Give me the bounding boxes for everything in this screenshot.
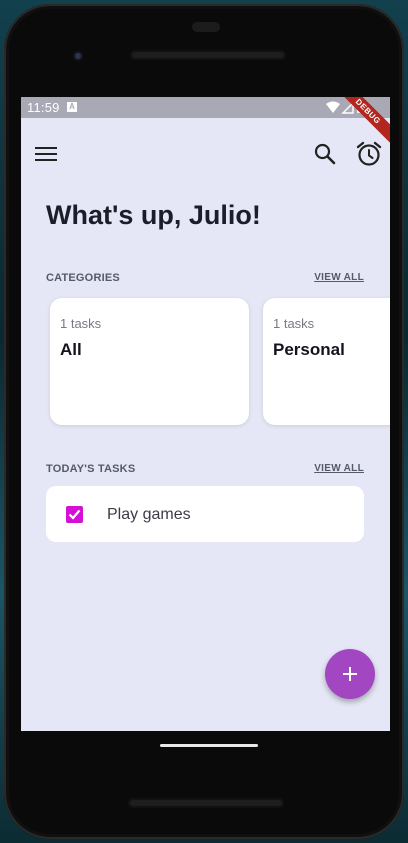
bottom-speaker-grille: [128, 798, 284, 808]
notification-icon: A: [67, 102, 77, 112]
task-checkbox[interactable]: [66, 506, 83, 523]
add-task-fab[interactable]: [325, 649, 375, 699]
app-bar: [21, 118, 390, 188]
task-title: Play games: [107, 506, 191, 523]
category-card-all[interactable]: 1 tasks All: [50, 298, 249, 425]
search-icon[interactable]: [313, 142, 337, 166]
app-screen: 11:59 A DEBUG What's up, Julio! CATEGORI…: [21, 97, 390, 731]
category-name: Personal: [273, 340, 345, 359]
hamburger-menu-icon[interactable]: [34, 144, 58, 164]
category-name: All: [60, 340, 82, 359]
greeting-title: What's up, Julio!: [46, 200, 261, 230]
earpiece: [192, 22, 220, 32]
todays-tasks-view-all-link[interactable]: VIEW ALL: [314, 463, 364, 474]
todays-tasks-label: TODAY'S TASKS: [46, 463, 136, 475]
checkmark-icon: [68, 509, 81, 520]
category-card-personal[interactable]: 1 tasks Personal: [263, 298, 390, 425]
category-task-count: 1 tasks: [60, 316, 102, 331]
category-task-count: 1 tasks: [273, 316, 315, 331]
status-time: 11:59: [27, 100, 60, 115]
categories-view-all-link[interactable]: VIEW ALL: [314, 272, 364, 283]
alarm-clock-icon[interactable]: [355, 140, 383, 168]
front-camera: [70, 48, 86, 64]
plus-icon: [343, 667, 357, 681]
task-item-play-games[interactable]: Play games: [46, 486, 364, 542]
gesture-nav-handle[interactable]: [160, 744, 258, 747]
categories-label: CATEGORIES: [46, 272, 120, 284]
status-bar: 11:59 A DEBUG: [21, 97, 390, 148]
top-speaker-grille: [130, 50, 286, 60]
wifi-icon: [326, 101, 340, 113]
